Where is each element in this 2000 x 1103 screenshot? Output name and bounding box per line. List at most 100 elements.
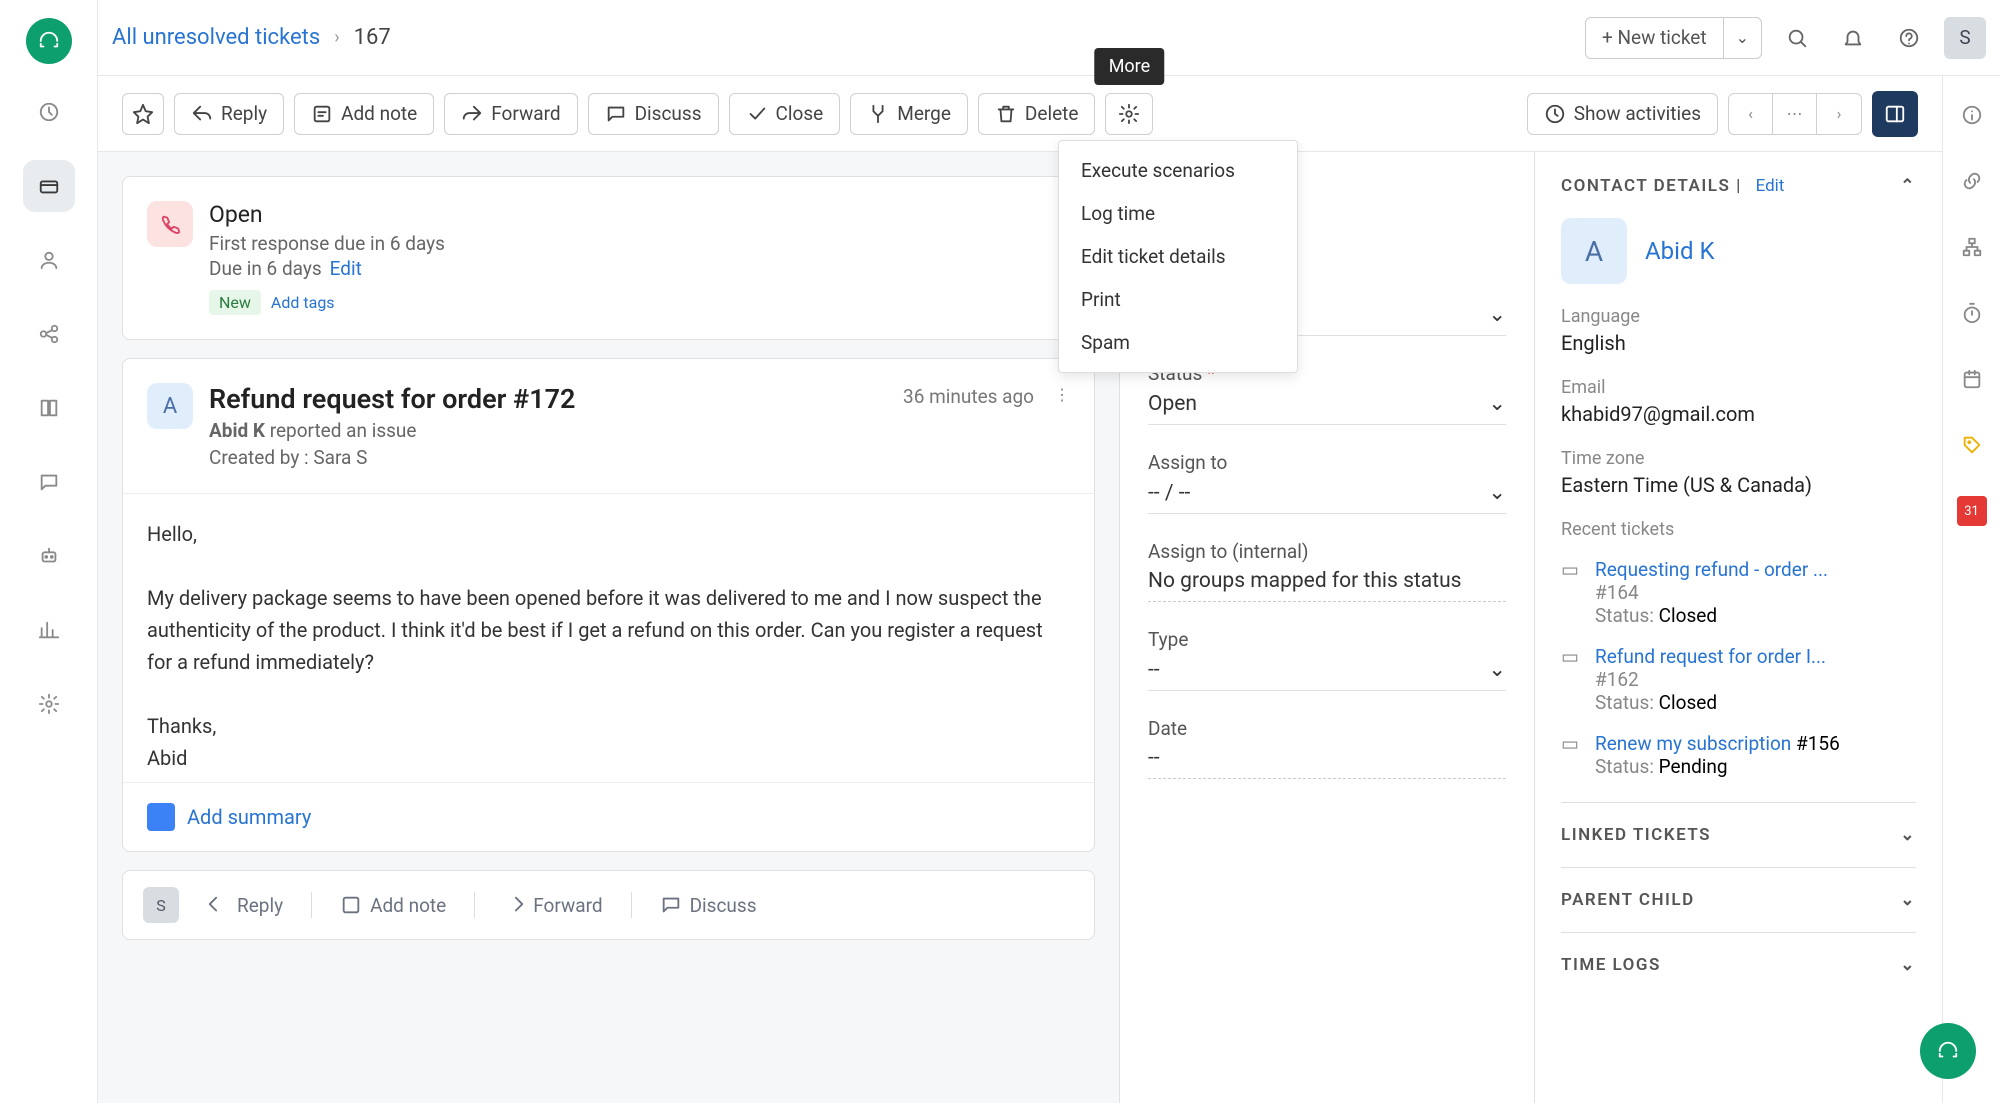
ticket-icon: ▭ [1561,558,1581,627]
calendar-icon[interactable] [1957,364,1987,394]
next-ticket-button[interactable]: › [1817,94,1861,134]
forward-action[interactable]: Forward [503,894,602,917]
chevron-down-icon: ⌄ [1900,825,1916,845]
discuss-action[interactable]: Discuss [660,894,757,917]
toggle-panel-button[interactable] [1872,91,1918,137]
linked-tickets-accordion[interactable]: LINKED TICKETS⌄ [1561,802,1916,867]
ticket-actions-icon[interactable]: ⋮ [1054,385,1070,404]
summary-icon [147,803,175,831]
chevron-down-icon: ⌄ [1488,657,1506,682]
topbar: All unresolved tickets › 167 + New ticke… [98,0,2000,76]
more-tooltip: More [1095,48,1164,85]
date-label: Date [1148,717,1506,740]
chevron-down-icon: ⌄ [1488,391,1506,416]
breadcrumb-list[interactable]: All unresolved tickets [112,25,320,50]
language-value: English [1561,331,1916,355]
phone-icon [147,201,193,247]
nav-tickets-icon[interactable] [23,160,75,212]
ticket-detail-card: A Refund request for order #172 Abid K r… [122,358,1095,852]
menu-log-time[interactable]: Log time [1059,192,1297,235]
new-ticket-button[interactable]: + New ticket ⌄ [1585,17,1762,59]
recent-ticket[interactable]: ▭Renew my subscription #156Status: Pendi… [1561,732,1916,778]
search-icon[interactable] [1776,17,1818,59]
type-label: Type [1148,628,1506,651]
calendar-date-badge[interactable]: 31 [1957,496,1987,526]
date-value[interactable]: -- [1148,740,1506,779]
discuss-button[interactable]: Discuss [588,93,719,135]
timezone-label: Time zone [1561,448,1916,469]
recent-ticket[interactable]: ▭Requesting refund - order ...#164Status… [1561,558,1916,627]
assign-internal-value: No groups mapped for this status [1148,563,1506,602]
notifications-icon[interactable] [1832,17,1874,59]
edit-contact-link[interactable]: Edit [1756,176,1785,196]
nav-bot-icon[interactable] [23,530,75,582]
link-icon[interactable] [1957,166,1987,196]
edit-due-link[interactable]: Edit [330,257,362,280]
close-button[interactable]: Close [729,93,841,135]
status-select[interactable]: Open⌄ [1148,385,1506,425]
menu-print[interactable]: Print [1059,278,1297,321]
chevron-down-icon: ⌄ [1900,955,1916,975]
tag-icon[interactable] [1957,430,1987,460]
recent-ticket[interactable]: ▭Refund request for order I...#162Status… [1561,645,1916,714]
hierarchy-icon[interactable] [1957,232,1987,262]
nav-settings-icon[interactable] [23,678,75,730]
add-tags-link[interactable]: Add tags [271,293,335,312]
merge-button[interactable]: Merge [850,93,968,135]
breadcrumb-ticket-id: 167 [354,25,391,50]
nav-reports-icon[interactable] [23,604,75,656]
star-button[interactable] [122,93,164,135]
nav-knowledge-icon[interactable] [23,382,75,434]
reply-action[interactable]: Reply [207,894,283,917]
chevron-up-icon[interactable]: ⌃ [1900,176,1916,196]
recent-tickets-label: Recent tickets [1561,519,1916,540]
add-summary-button[interactable]: Add summary [123,782,1094,851]
due-text: Due in 6 days [209,257,322,280]
info-icon[interactable] [1957,100,1987,130]
first-response: First response due in 6 days [209,232,1070,255]
nav-dashboard-icon[interactable] [23,86,75,138]
ticket-nav-menu[interactable]: ⋯ [1773,94,1817,134]
menu-edit-ticket-details[interactable]: Edit ticket details [1059,235,1297,278]
reply-button[interactable]: Reply [174,93,284,135]
right-rail: 31 [1942,76,2000,1103]
reply-avatar: S [143,887,179,923]
chevron-down-icon[interactable]: ⌄ [1724,28,1761,47]
delete-button[interactable]: Delete [978,93,1096,135]
ticket-icon: ▭ [1561,732,1581,778]
time-logs-accordion[interactable]: TIME LOGS⌄ [1561,932,1916,997]
menu-spam[interactable]: Spam [1059,321,1297,364]
ticket-content: Open First response due in 6 days Due in… [98,152,1119,1103]
left-sidebar [0,0,98,1103]
stopwatch-icon[interactable] [1957,298,1987,328]
timezone-value: Eastern Time (US & Canada) [1561,473,1916,497]
more-button[interactable]: More [1105,93,1153,135]
nav-social-icon[interactable] [23,308,75,360]
help-icon[interactable] [1888,17,1930,59]
assign-select[interactable]: -- / --⌄ [1148,474,1506,514]
menu-execute-scenarios[interactable]: Execute scenarios [1059,149,1297,192]
ticket-toolbar: Reply Add note Forward Discuss Close Mer… [98,76,1942,152]
add-note-action[interactable]: Add note [340,894,446,917]
chevron-down-icon: ⌄ [1900,890,1916,910]
parent-child-accordion[interactable]: PARENT CHILD⌄ [1561,867,1916,932]
user-avatar[interactable]: S [1944,17,1986,59]
email-value: khabid97@gmail.com [1561,402,1916,426]
assign-internal-label: Assign to (internal) [1148,540,1506,563]
add-note-button[interactable]: Add note [294,93,434,135]
forward-button[interactable]: Forward [444,93,577,135]
nav-contacts-icon[interactable] [23,234,75,286]
app-logo[interactable] [26,18,72,64]
prev-ticket-button[interactable]: ‹ [1729,94,1773,134]
contact-details-panel: CONTACT DETAILS | Edit⌃ A Abid K Languag… [1535,152,1942,1103]
language-label: Language [1561,306,1916,327]
nav-chat-icon[interactable] [23,456,75,508]
support-fab[interactable] [1920,1023,1976,1079]
reply-bar: S Reply Add note Forward Discuss [122,870,1095,940]
contact-name-link[interactable]: Abid K [1645,237,1715,265]
show-activities-button[interactable]: Show activities [1527,93,1718,135]
assign-label: Assign to [1148,451,1506,474]
type-select[interactable]: --⌄ [1148,651,1506,691]
chevron-down-icon: ⌄ [1488,302,1506,327]
more-dropdown: Execute scenarios Log time Edit ticket d… [1058,140,1298,373]
